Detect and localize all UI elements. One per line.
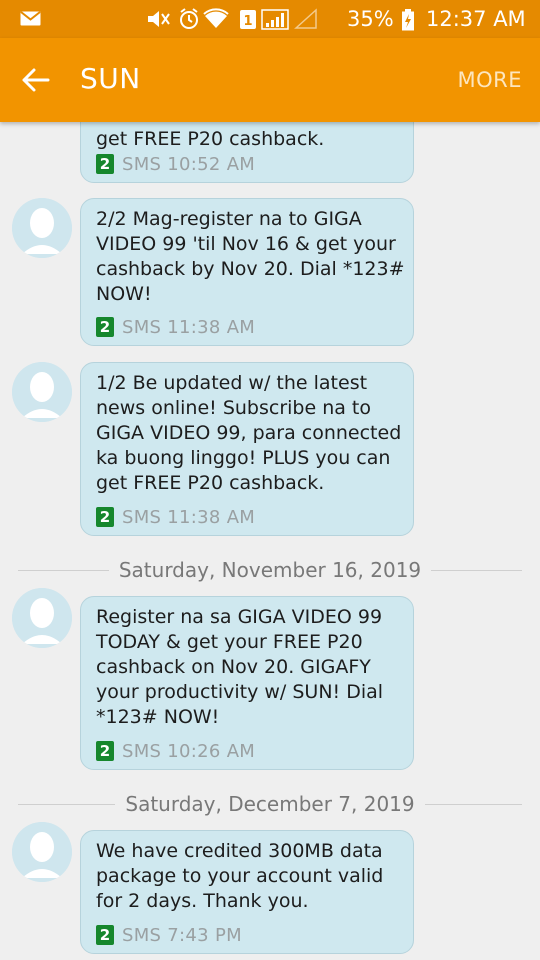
battery-percent: 35% (347, 7, 394, 31)
message-time: SMS 10:26 AM (122, 740, 256, 762)
contact-avatar[interactable] (12, 198, 72, 258)
more-button[interactable]: MORE (457, 68, 522, 92)
message-text: get FREE P20 cashback. (96, 128, 325, 150)
message-bubble[interactable]: get FREE P20 cashback. 2 SMS 10:52 AM (80, 122, 414, 183)
contact-avatar[interactable] (12, 822, 72, 882)
status-bar: 1 35% 12:37 AM (0, 0, 540, 38)
message-meta: 2 SMS 10:26 AM (96, 740, 255, 762)
wifi-icon (203, 8, 229, 28)
conversation-title: SUN (80, 62, 141, 95)
contact-avatar[interactable] (12, 362, 72, 422)
list-item: Register na sa GIGA VIDEO 99 TODAY & get… (0, 588, 540, 771)
message-meta: 2 SMS 10:52 AM (96, 153, 255, 175)
sim-2-icon: 2 (96, 154, 114, 174)
avatar-person-icon (12, 822, 72, 882)
avatar-person-icon (12, 588, 72, 648)
message-meta: 2 SMS 11:38 AM (96, 316, 255, 338)
message-bubble[interactable]: Register na sa GIGA VIDEO 99 TODAY & get… (80, 596, 414, 770)
message-text: 2/2 Mag-register na to GIGA VIDEO 99 'ti… (96, 208, 405, 305)
list-item: get FREE P20 cashback. 2 SMS 10:52 AM (0, 122, 540, 186)
message-text: We have credited 300MB data package to y… (96, 840, 384, 912)
conversation-list[interactable]: get FREE P20 cashback. 2 SMS 10:52 AM 2/… (0, 122, 540, 960)
message-time: SMS 11:38 AM (122, 506, 256, 528)
avatar-person-icon (12, 198, 72, 258)
clock: 12:37 AM (426, 7, 526, 31)
mail-icon (20, 11, 41, 26)
action-bar: SUN MORE (0, 38, 540, 122)
svg-text:1: 1 (243, 14, 252, 29)
date-separator: Saturday, December 7, 2019 (0, 790, 540, 820)
sim-2-icon: 2 (96, 507, 114, 527)
sim-2-icon: 2 (96, 741, 114, 761)
battery-icon (402, 9, 414, 31)
message-meta: 2 SMS 11:38 AM (96, 506, 255, 528)
list-item: 1/2 Be updated w/ the latest news online… (0, 362, 540, 537)
alarm-icon (180, 8, 198, 29)
message-text: Register na sa GIGA VIDEO 99 TODAY & get… (96, 606, 384, 728)
date-separator-label: Saturday, December 7, 2019 (115, 792, 425, 816)
message-bubble[interactable]: 1/2 Be updated w/ the latest news online… (80, 362, 414, 536)
back-arrow-icon[interactable] (18, 64, 52, 96)
contact-avatar[interactable] (12, 588, 72, 648)
date-separator-label: Saturday, November 16, 2019 (108, 558, 432, 582)
list-item: 2/2 Mag-register na to GIGA VIDEO 99 'ti… (0, 198, 540, 348)
signal-icon (261, 9, 289, 30)
avatar-person-icon (12, 362, 72, 422)
message-bubble[interactable]: We have credited 300MB data package to y… (80, 830, 414, 954)
mute-icon (148, 11, 170, 27)
signal-2-icon (294, 8, 317, 29)
sim-icon: 1 (240, 10, 256, 29)
message-time: SMS 11:38 AM (122, 316, 256, 338)
message-bubble[interactable]: 2/2 Mag-register na to GIGA VIDEO 99 'ti… (80, 198, 414, 346)
message-text: 1/2 Be updated w/ the latest news online… (96, 372, 402, 494)
status-icons: 1 (148, 8, 317, 30)
sim-2-icon: 2 (96, 925, 114, 945)
message-meta: 2 SMS 7:43 PM (96, 924, 242, 946)
list-item: We have credited 300MB data package to y… (0, 822, 540, 954)
date-separator: Saturday, November 16, 2019 (0, 556, 540, 586)
sim-2-icon: 2 (96, 317, 114, 337)
message-time: SMS 10:52 AM (122, 153, 256, 175)
message-time: SMS 7:43 PM (122, 924, 242, 946)
